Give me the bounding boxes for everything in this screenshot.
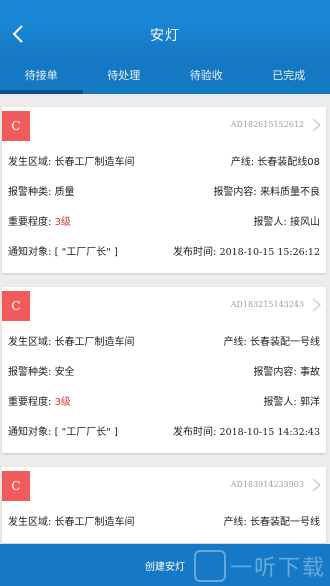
create-andon-label: 创建安灯 [145, 561, 185, 573]
watermark-text: 一听下载 [229, 556, 326, 581]
line-value: 长春装配一号线 [250, 516, 320, 528]
card-row: 报警种类: 质量 报警内容: 来料质量不良 [8, 175, 320, 205]
title-bar: 安灯 [0, 14, 330, 56]
level-label: 重要程度: [8, 396, 55, 408]
notify-label: 通知对象: [8, 246, 55, 258]
content-label: 报警内容: [253, 366, 300, 378]
line-field: 产线: 长春装配一号线 [223, 513, 320, 528]
card-row: 重要程度: 3级 报警人: 接风山 [8, 205, 320, 235]
alarm-card[interactable]: C AD183215143243 发生区域: 长春工厂制造车间 产线: 长春装配… [2, 287, 326, 453]
area-label: 发生区域: [8, 156, 55, 168]
type-label: 报警种类: [8, 186, 55, 198]
tab-label: 待验收 [189, 69, 223, 82]
reporter-field: 报警人: 接风山 [253, 213, 320, 228]
create-andon-button[interactable]: 创建安灯 一听下载 [0, 544, 330, 586]
type-value: 安全 [54, 366, 75, 378]
tab-label: 待处理 [107, 69, 141, 82]
notify-field: 通知对象: [ "工厂厂长" ] [8, 243, 118, 258]
area-field: 发生区域: 长春工厂制造车间 [8, 333, 135, 348]
level-badge: C [2, 291, 30, 321]
level-badge: C [2, 471, 30, 501]
type-field: 报警种类: 安全 [8, 363, 75, 378]
notify-value: [ "工厂厂长" ] [54, 426, 118, 438]
time-value: 2018-10-15 15:26:12 [219, 246, 320, 258]
alarm-card[interactable]: C AD182615152612 发生区域: 长春工厂制造车间 产线: 长春装配… [2, 107, 326, 273]
line-label: 产线: [230, 156, 258, 168]
content-field: 报警内容: 事故 [253, 363, 320, 378]
card-header: C AD183215143243 [2, 287, 321, 325]
level-label: 重要程度: [8, 216, 55, 228]
tab-completed[interactable]: 已完成 [248, 56, 330, 94]
content-value: 事故 [300, 366, 320, 378]
tab-pending-accept[interactable]: 待接单 [0, 56, 83, 94]
tab-bar: 待接单 待处理 待验收 已完成 [0, 56, 330, 94]
area-value: 长春工厂制造车间 [54, 516, 135, 528]
alarm-code: AD183215143243 [230, 300, 304, 309]
card-row: 通知对象: [ "工厂厂长" ] 发布时间: 2018-10-15 14:32:… [8, 415, 320, 445]
time-label: 发布时间: [172, 426, 220, 438]
notify-field: 通知对象: [ "工厂厂长" ] [8, 423, 118, 438]
line-value: 长春装配一号线 [250, 336, 320, 348]
card-row: 发生区域: 长春工厂制造车间 产线: 长春装配线08 [8, 145, 320, 175]
type-label: 报警种类: [8, 366, 55, 378]
card-row: 通知对象: [ "工厂厂长" ] 发布时间: 2018-10-15 15:26:… [8, 235, 320, 265]
type-field: 报警种类: 质量 [8, 183, 75, 198]
line-label: 产线: [223, 336, 250, 348]
area-label: 发生区域: [8, 516, 55, 528]
card-header: C AD182615152612 [2, 107, 321, 145]
notify-value: [ "工厂厂长" ] [54, 246, 118, 258]
alarm-code: AD183914233903 [230, 480, 304, 489]
watermark-logo-icon [193, 550, 226, 582]
alarm-list: C AD182615152612 发生区域: 长春工厂制造车间 产线: 长春装配… [0, 94, 330, 544]
card-row: 发生区域: 长春工厂制造车间 产线: 长春装配一号线 [8, 505, 320, 535]
status-bar [0, 0, 330, 14]
content-value: 来料质量不良 [260, 186, 320, 198]
page-title: 安灯 [150, 28, 180, 44]
tab-pending-process[interactable]: 待处理 [83, 56, 166, 94]
area-field: 发生区域: 长春工厂制造车间 [8, 153, 135, 168]
card-row: 报警种类: 安全 报警内容: 事故 [8, 355, 320, 385]
time-label: 发布时间: [172, 246, 220, 258]
content-label: 报警内容: [213, 186, 260, 198]
area-field: 发生区域: 长春工厂制造车间 [8, 513, 135, 528]
reporter-label: 报警人: [263, 396, 300, 408]
content-field: 报警内容: 来料质量不良 [213, 183, 320, 198]
time-field: 发布时间: 2018-10-15 15:26:12 [173, 243, 320, 258]
area-value: 长春工厂制造车间 [54, 156, 135, 168]
card-row: 发生区域: 长春工厂制造车间 产线: 长春装配一号线 [8, 325, 320, 355]
reporter-value: 接风山 [290, 216, 320, 228]
line-field: 产线: 长春装配线08 [231, 153, 320, 168]
level-field: 重要程度: 3级 [8, 213, 71, 228]
line-label: 产线: [223, 516, 250, 528]
chevron-right-icon [312, 478, 321, 492]
reporter-value: 郭洋 [300, 396, 320, 408]
area-label: 发生区域: [8, 336, 55, 348]
watermark: 一听下载 [193, 550, 326, 582]
level-value: 3级 [54, 216, 71, 228]
chevron-right-icon [312, 298, 321, 312]
time-value: 2018-10-15 14:32:43 [219, 426, 320, 438]
reporter-label: 报警人: [253, 216, 290, 228]
level-value: 3级 [54, 396, 71, 408]
card-row: 重要程度: 3级 报警人: 郭洋 [8, 385, 320, 415]
reporter-field: 报警人: 郭洋 [263, 393, 320, 408]
time-field: 发布时间: 2018-10-15 14:32:43 [173, 423, 320, 438]
type-value: 质量 [54, 186, 75, 198]
card-header: C AD183914233903 [2, 467, 321, 505]
back-arrow-icon[interactable] [8, 23, 30, 45]
alarm-code: AD182615152612 [230, 120, 304, 129]
level-field: 重要程度: 3级 [8, 393, 71, 408]
line-value: 长春装配线08 [257, 156, 320, 168]
area-value: 长春工厂制造车间 [54, 336, 135, 348]
tab-label: 已完成 [272, 69, 306, 82]
line-field: 产线: 长春装配一号线 [223, 333, 320, 348]
alarm-card[interactable]: C AD183914233903 发生区域: 长春工厂制造车间 产线: 长春装配… [2, 467, 326, 543]
notify-label: 通知对象: [8, 426, 55, 438]
tab-pending-verify[interactable]: 待验收 [165, 56, 248, 94]
level-badge: C [2, 111, 30, 141]
tab-label: 待接单 [24, 69, 58, 82]
chevron-right-icon [312, 118, 321, 132]
